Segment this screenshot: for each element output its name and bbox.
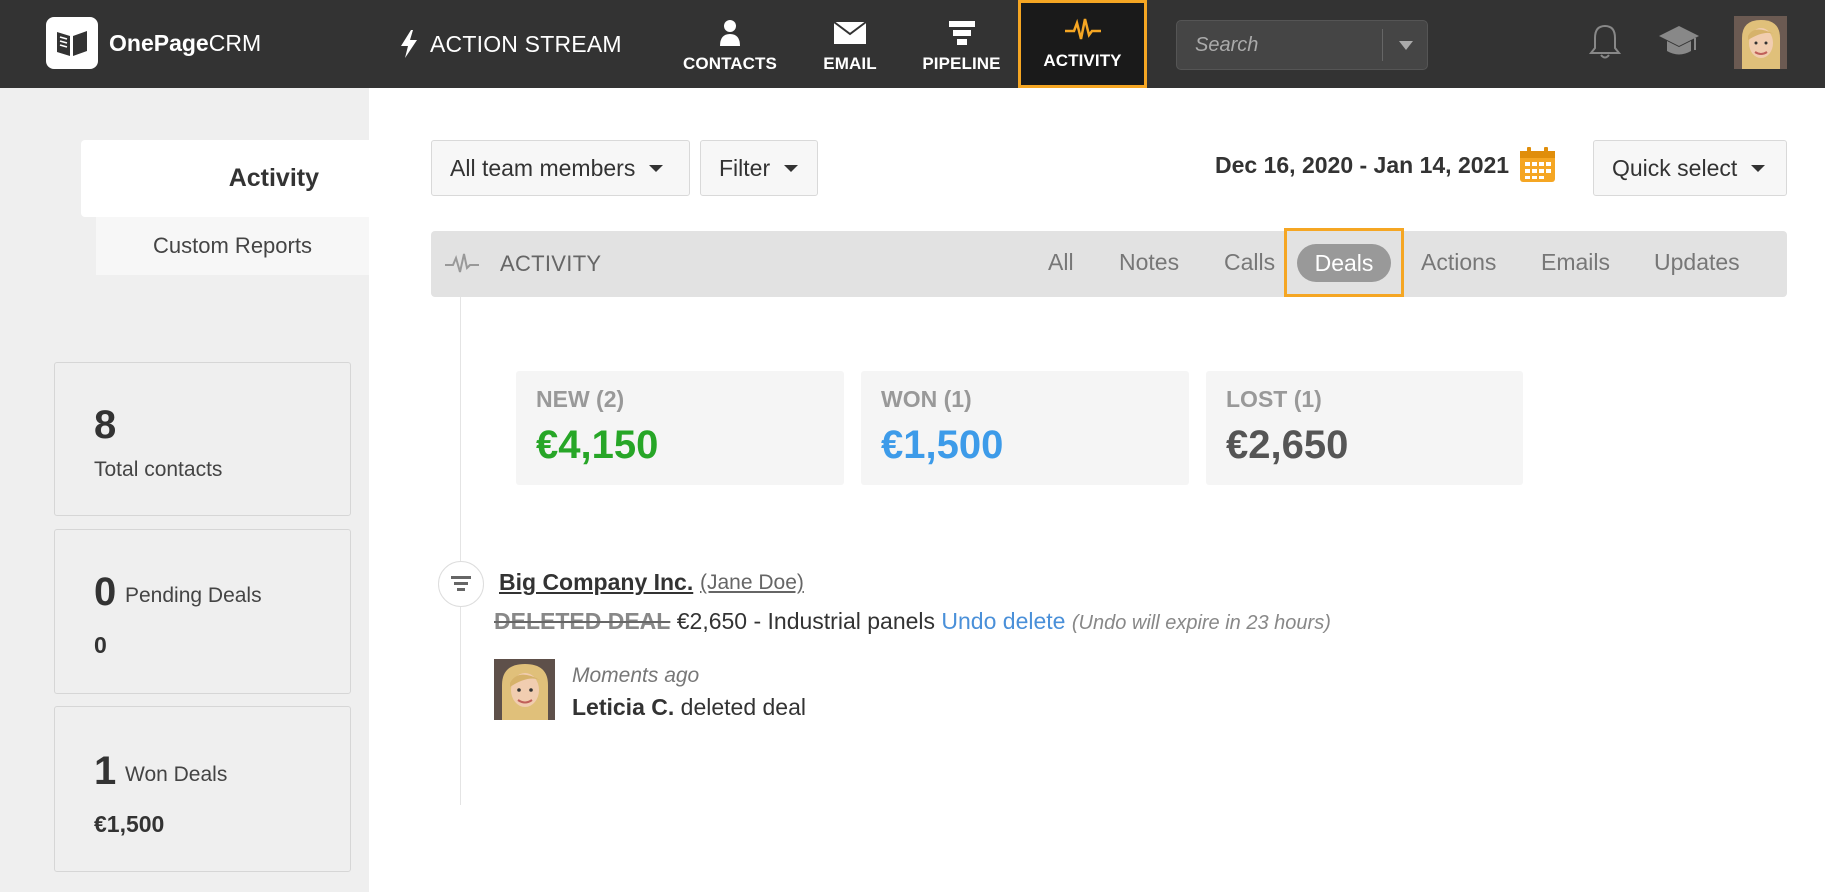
company-link[interactable]: Big Company Inc. [499, 569, 693, 596]
actor-name[interactable]: Leticia C. [572, 694, 674, 720]
stat-won-deals: 1 Won Deals €1,500 [54, 706, 351, 872]
search-input[interactable] [1177, 21, 1382, 69]
top-nav-bar: OnePageCRM ACTION STREAM CONTACTS EMAIL … [0, 0, 1825, 88]
stat-label: Pending Deals [125, 584, 262, 607]
timeline-line [460, 297, 461, 805]
person-icon [719, 18, 741, 48]
quick-select-dropdown[interactable]: Quick select [1593, 140, 1787, 196]
nav-email-label: EMAIL [823, 54, 877, 73]
contact-link[interactable]: (Jane Doe) [700, 571, 804, 595]
action-stream-link[interactable]: ACTION STREAM [400, 30, 622, 58]
nav-activity[interactable]: ACTIVITY [1018, 0, 1147, 88]
stat-label: Won Deals [125, 763, 228, 786]
summary-value: €2,650 [1226, 423, 1349, 467]
date-range[interactable]: Dec 16, 2020 - Jan 14, 2021 [1215, 152, 1509, 179]
deal-pipeline-icon [438, 561, 484, 607]
search-divider [1382, 29, 1383, 61]
team-members-dropdown[interactable]: All team members [431, 140, 690, 196]
brand-name: OnePageCRM [109, 29, 262, 56]
tab-updates[interactable]: Updates [1654, 249, 1740, 276]
actor-action: deleted deal [680, 694, 806, 720]
envelope-icon [833, 18, 867, 48]
stat-label: Total contacts [94, 458, 223, 481]
summary-card-won: WON (1) €1,500 [861, 371, 1189, 485]
stat-pending-deals: 0 Pending Deals 0 [54, 529, 351, 694]
summary-label: LOST (1) [1226, 386, 1322, 412]
filter-label: Filter [719, 154, 771, 181]
summary-value: €4,150 [536, 423, 659, 467]
caret-down-icon [784, 164, 799, 172]
stat-value: 8 [94, 403, 117, 447]
summary-label: NEW (2) [536, 386, 625, 412]
stat-subvalue: €1,500 [94, 811, 165, 837]
summary-label: WON (1) [881, 386, 972, 412]
tab-calls[interactable]: Calls [1224, 249, 1275, 276]
deal-details: €2,650 - Industrial panels [676, 608, 936, 634]
lightning-icon [401, 30, 417, 58]
tab-notes[interactable]: Notes [1119, 249, 1179, 276]
stat-value: 0 [94, 570, 117, 614]
caret-down-icon [649, 164, 664, 172]
tab-emails[interactable]: Emails [1541, 249, 1610, 276]
activity-filter-bar: ACTIVITY All Notes Calls Deals Actions E… [431, 228, 1787, 297]
sidebar-tab-activity[interactable]: Activity [81, 140, 369, 217]
summary-value: €1,500 [881, 423, 1004, 467]
activity-bar-title: ACTIVITY [500, 251, 602, 276]
stat-total-contacts: 8 Total contacts [54, 362, 351, 516]
chevron-down-icon[interactable] [1399, 41, 1413, 50]
bell-icon[interactable] [1588, 22, 1622, 60]
calendar-icon[interactable] [1519, 146, 1556, 183]
nav-pipeline-label: PIPELINE [922, 54, 1001, 73]
quick-select-label: Quick select [1612, 154, 1738, 181]
pulse-icon [1064, 15, 1101, 45]
entry-actor: Leticia C. deleted deal [572, 694, 806, 721]
nav-contacts[interactable]: CONTACTS [680, 0, 780, 88]
filter-dropdown[interactable]: Filter [700, 140, 818, 196]
summary-card-lost: LOST (1) €2,650 [1206, 371, 1523, 485]
nav-activity-label: ACTIVITY [1043, 51, 1122, 70]
tab-deals[interactable]: Deals [1284, 228, 1404, 297]
pipeline-icon [948, 18, 975, 48]
undo-expire-note: (Undo will expire in 23 hours) [1071, 612, 1331, 634]
brand-logo[interactable]: OnePageCRM [46, 17, 261, 69]
user-avatar[interactable] [1734, 16, 1787, 69]
deal-line: DELETED DEAL €2,650 - Industrial panels … [494, 608, 1331, 635]
deleted-deal-tag: DELETED DEAL [494, 608, 671, 634]
action-stream-label: ACTION STREAM [430, 30, 622, 57]
summary-card-new: NEW (2) €4,150 [516, 371, 844, 485]
tab-actions[interactable]: Actions [1421, 249, 1496, 276]
entry-timestamp: Moments ago [572, 664, 700, 687]
sidebar-tab-custom-reports[interactable]: Custom Reports [96, 217, 369, 275]
nav-contacts-label: CONTACTS [683, 54, 777, 73]
caret-down-icon [1751, 164, 1766, 172]
logo-icon [46, 17, 98, 69]
left-sidebar: Activity Custom Reports 8 Total contacts… [0, 88, 369, 892]
nav-email[interactable]: EMAIL [810, 0, 890, 88]
search-box [1176, 20, 1428, 70]
nav-pipeline[interactable]: PIPELINE [915, 0, 1008, 88]
graduation-cap-icon[interactable] [1658, 24, 1700, 58]
tab-deals-label: Deals [1297, 244, 1391, 282]
undo-delete-link[interactable]: Undo delete [941, 608, 1065, 634]
stat-value: 1 [94, 749, 117, 793]
stat-subvalue: 0 [94, 632, 107, 658]
user-avatar [494, 659, 555, 720]
pulse-icon [445, 253, 479, 273]
team-members-label: All team members [450, 154, 636, 181]
tab-all[interactable]: All [1048, 249, 1074, 276]
